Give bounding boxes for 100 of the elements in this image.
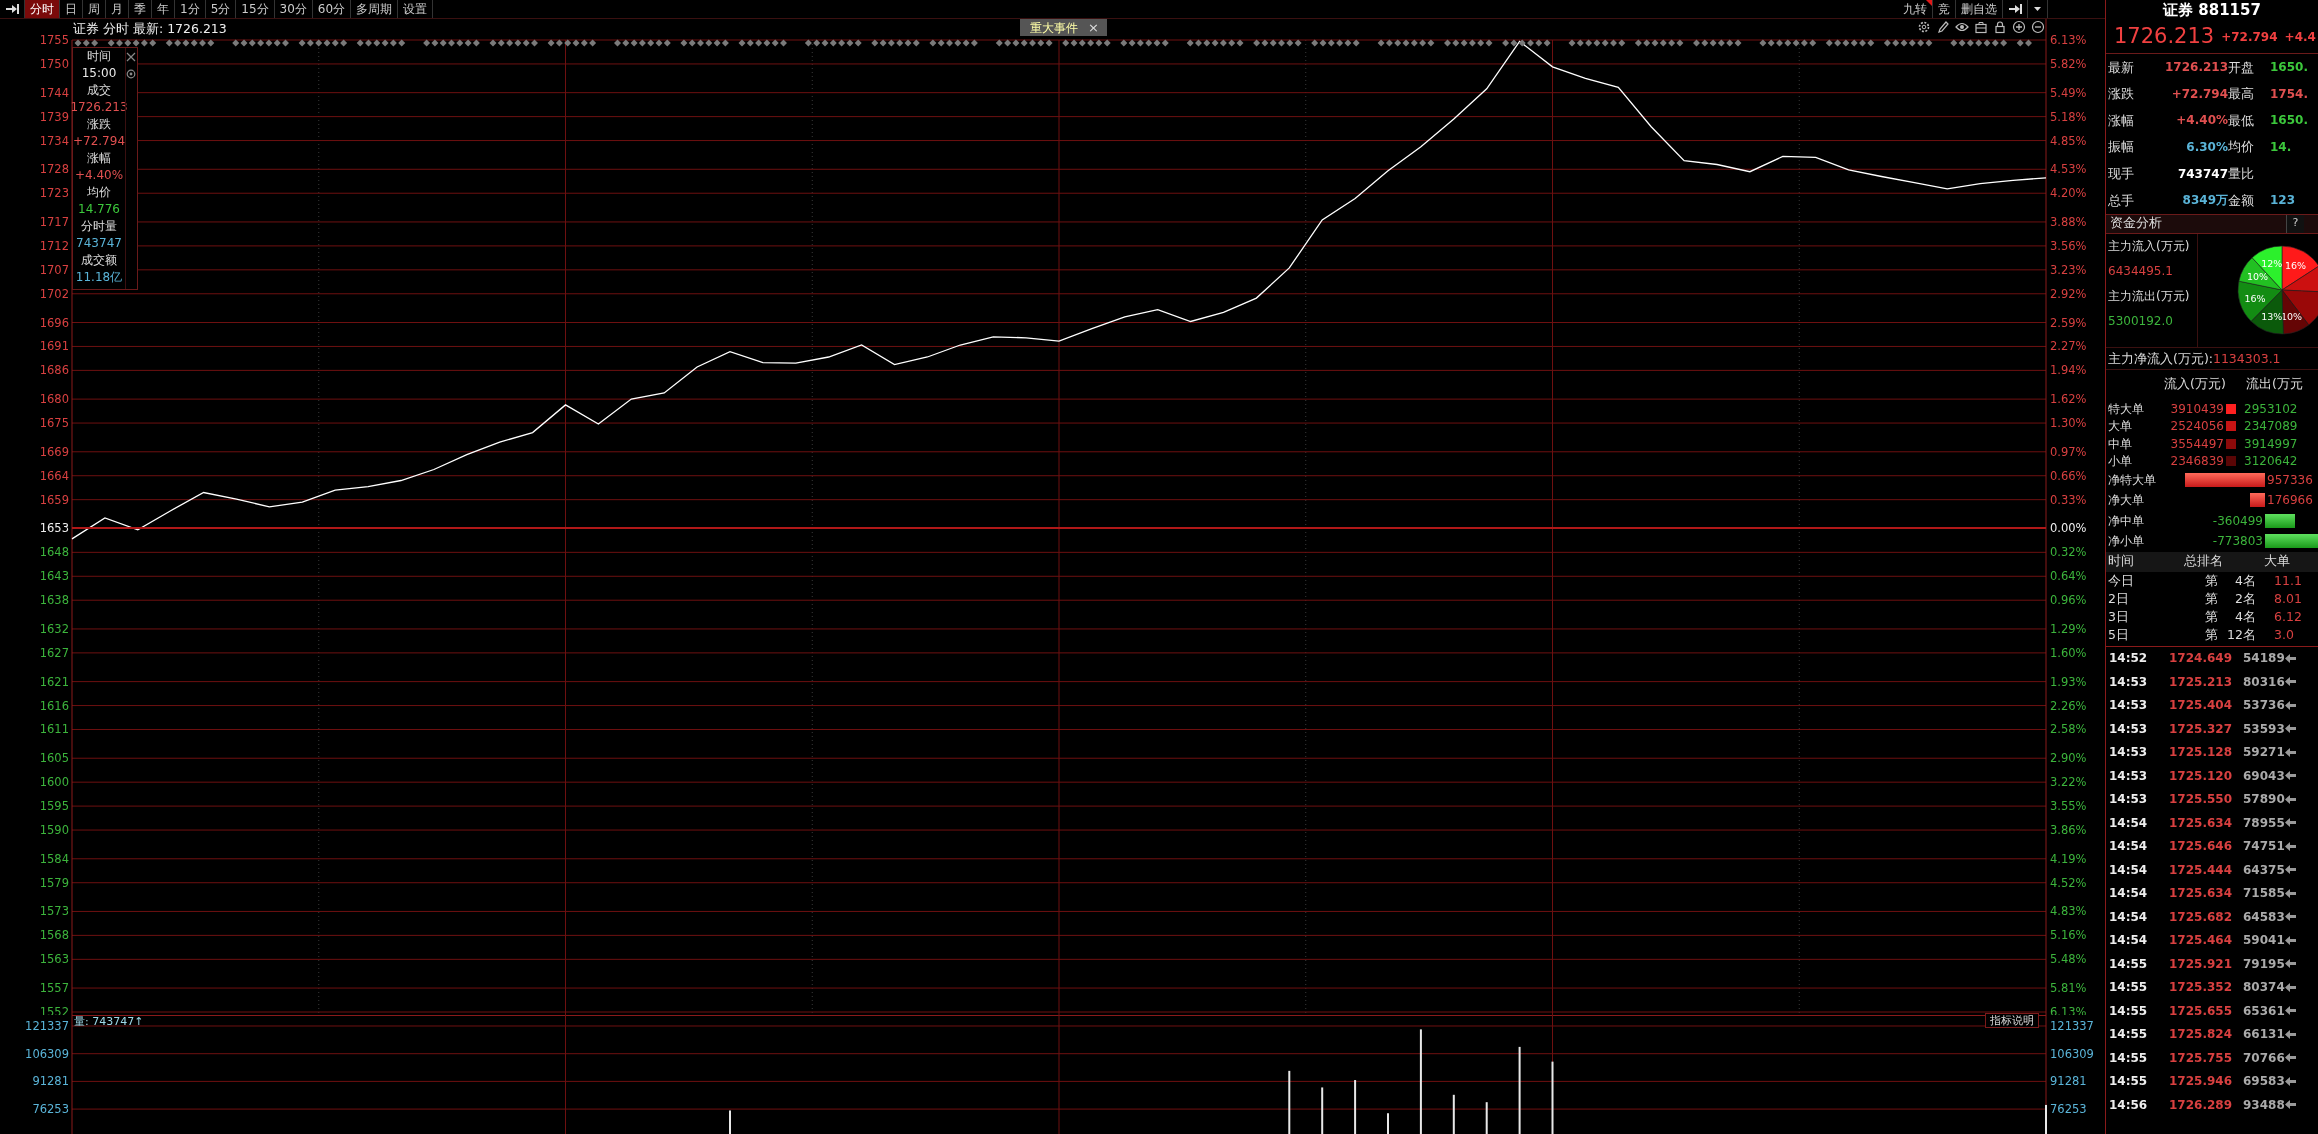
inflow-value: 6434495.1 (2107, 262, 2174, 280)
quote-value: 1650. (2269, 59, 2309, 77)
tooltip-value: 1726.213 (70, 99, 128, 116)
ranking-position: 12名 (2226, 625, 2256, 644)
trade-time: 14:53 (2109, 697, 2149, 715)
left-arrow-icon (2284, 747, 2296, 757)
percent-axis-label: 0.97% (2050, 444, 2087, 459)
quote-value: 1726.213 (2164, 59, 2228, 77)
left-arrow-icon (2284, 841, 2296, 851)
order-type: 特大单 (2108, 400, 2145, 418)
trade-time: 14:54 (2109, 908, 2149, 926)
net-outflow-bar (2265, 513, 2296, 528)
ranking-value: 11.1 (2273, 571, 2303, 590)
outflow-amount: 3120642 (2243, 453, 2299, 471)
percent-axis-label: 3.22% (2050, 775, 2087, 790)
price-axis-label: 1744 (39, 85, 69, 100)
price-axis-label: 1702 (39, 286, 69, 301)
trade-volume: 71585 (2242, 885, 2285, 903)
trade-price: 1725.128 (2169, 744, 2233, 762)
section-title: 资金分析 (2110, 214, 2162, 233)
price-axis-label: 1734 (39, 133, 69, 148)
trade-time: 14:54 (2109, 885, 2149, 903)
trade-time: 14:52 (2109, 650, 2149, 668)
trade-time: 14:56 (2109, 1096, 2149, 1114)
price-axis-label: 1717 (39, 214, 69, 229)
ranking-period: 2日 (2108, 589, 2130, 608)
price-axis-label: 1680 (39, 392, 69, 407)
price-axis-label: 1557 (39, 981, 69, 996)
trade-time: 14:53 (2109, 673, 2149, 691)
trade-price: 1725.646 (2169, 838, 2233, 856)
column-header: 总排名 (2183, 552, 2224, 571)
close-icon[interactable] (125, 52, 136, 62)
tooltip-label: 均价 (87, 184, 111, 201)
tooltip-label: 分时量 (81, 218, 117, 235)
inflow-amount: 2346839 (2169, 453, 2225, 471)
quote-value: 1650. (2269, 112, 2309, 130)
price-axis-label: 1627 (39, 645, 69, 660)
help-button[interactable]: ? (2286, 214, 2304, 233)
period-tab[interactable]: 分时 (25, 0, 60, 18)
trade-volume: 59271 (2242, 744, 2285, 762)
help-button[interactable]: 指标说明 (1985, 1013, 2039, 1028)
price-axis-label: 1659 (39, 492, 69, 507)
tooltip-value: 743747 (76, 235, 122, 252)
price-axis-label: 1728 (39, 162, 69, 177)
trade-price: 1725.327 (2169, 720, 2233, 738)
percent-axis-label: 4.52% (2050, 875, 2087, 890)
trade-price: 1725.444 (2169, 861, 2233, 879)
left-arrow-icon (2284, 1053, 2296, 1063)
price-axis-label: 1723 (39, 186, 69, 201)
trade-price: 1725.352 (2169, 979, 2233, 997)
settings-icon[interactable] (125, 69, 136, 79)
price-axis-label: 1686 (39, 363, 69, 378)
net-value: 176966 (2266, 492, 2313, 510)
left-arrow-icon (2284, 653, 2296, 663)
settings-icon[interactable] (1917, 20, 1931, 34)
zoom-out-icon[interactable] (2031, 20, 2045, 34)
order-type: 小单 (2108, 453, 2133, 471)
price-axis-label: 1584 (39, 851, 69, 866)
pie-label: 10% (2246, 270, 2268, 282)
outflow-label: 主力流出(万元) (2107, 287, 2191, 305)
trade-price: 1725.682 (2169, 908, 2233, 926)
zoom-in-icon[interactable] (2012, 20, 2026, 34)
column-header: 大单 (2263, 552, 2291, 571)
volume-axis-label: 91281 (2050, 1074, 2087, 1089)
eye-icon[interactable] (1955, 20, 1969, 34)
event-tag[interactable]: 重大事件 × (1020, 19, 1107, 36)
net-value: -360499 (2212, 512, 2264, 530)
percent-axis-label: 0.32% (2050, 545, 2087, 560)
percent-axis-label: 5.18% (2050, 109, 2087, 124)
tooltip-label: 涨跌 (87, 116, 111, 133)
pencil-icon[interactable] (1936, 20, 1950, 34)
tooltip-value: 11.18亿 (75, 269, 123, 286)
quote-value: 123 (2269, 192, 2297, 210)
trade-time: 14:53 (2109, 791, 2149, 809)
percent-axis-label: 5.48% (2050, 952, 2087, 967)
chart-title: 证券 分时 最新: 1726.213 (73, 21, 227, 36)
price-axis-label: 1563 (39, 952, 69, 967)
arrow-to-bar-icon (5, 3, 19, 15)
percent-axis-label: 0.00% (2050, 521, 2087, 536)
trade-time: 14:54 (2109, 861, 2149, 879)
percent-axis-label: 0.33% (2050, 492, 2087, 507)
quote-label: 现手 (2108, 164, 2135, 183)
ranking-position: 4名 (2234, 607, 2256, 626)
lock-icon[interactable] (1993, 20, 2007, 34)
price-axis-label: 1664 (39, 468, 69, 483)
inflow-label: 主力流入(万元) (2107, 237, 2191, 255)
price-axis-label: 1595 (39, 799, 69, 814)
quote-label: 涨跌 (2108, 85, 2135, 104)
volume-axis-label: 121337 (25, 1019, 69, 1033)
price-axis-label: 1648 (39, 545, 69, 560)
price-axis-label: 1675 (39, 416, 69, 431)
security-name: 证券 881157 (2161, 0, 2262, 20)
close-button[interactable]: × (1088, 20, 1099, 35)
trade-price: 1725.550 (2169, 791, 2233, 809)
left-arrow-icon (2284, 724, 2296, 734)
briefcase-icon[interactable] (1974, 20, 1988, 34)
arrow-to-bar-icon (2008, 3, 2022, 15)
trade-volume: 80374 (2242, 979, 2285, 997)
left-arrow-icon (2284, 1006, 2296, 1016)
quote-value: 743747 (2176, 165, 2228, 183)
